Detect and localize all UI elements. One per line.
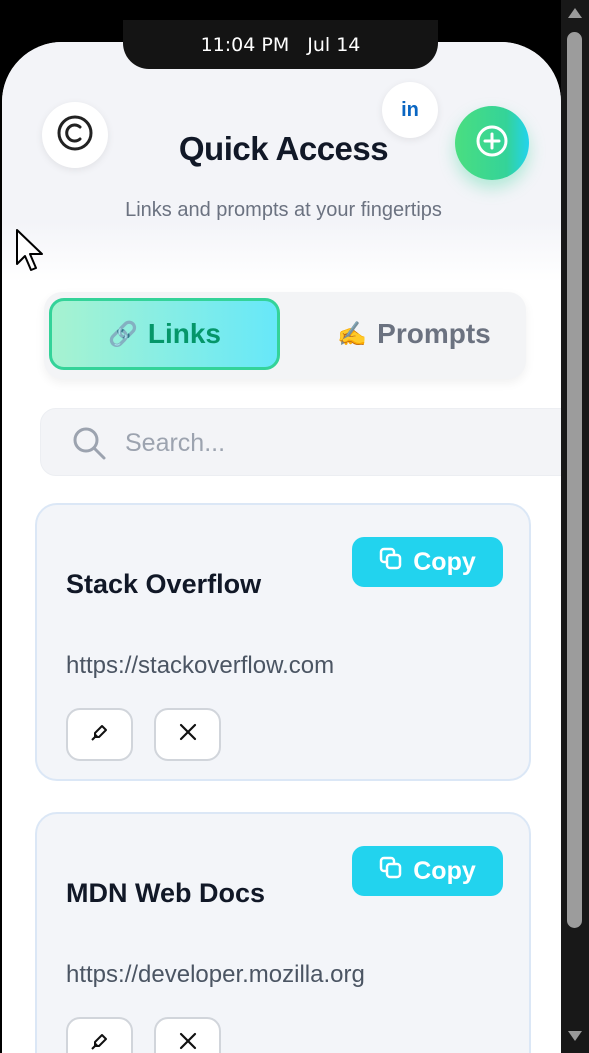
status-notch: 11:04 PM Jul 14 xyxy=(123,20,438,69)
app-screen: in Quick Access Links and prompts at you… xyxy=(2,42,561,1053)
link-card: Copy MDN Web Docs https://developer.mozi… xyxy=(35,812,531,1053)
link-card: Copy Stack Overflow https://stackoverflo… xyxy=(35,503,531,781)
copy-icon xyxy=(379,856,403,887)
tab-links[interactable]: 🔗 Links xyxy=(49,298,280,370)
close-icon xyxy=(178,722,198,747)
status-time: 11:04 PM xyxy=(200,33,290,56)
edit-button[interactable] xyxy=(66,1017,133,1053)
delete-button[interactable] xyxy=(154,708,221,761)
delete-button[interactable] xyxy=(154,1017,221,1053)
copy-icon xyxy=(379,547,403,578)
page-subtitle: Links and prompts at your fingertips xyxy=(125,199,442,221)
copy-label: Copy xyxy=(413,547,476,576)
search-bar xyxy=(40,408,561,476)
scrollbar-thumb[interactable] xyxy=(567,32,582,928)
edit-button[interactable] xyxy=(66,708,133,761)
copy-label: Copy xyxy=(413,856,476,885)
card-title: Stack Overflow xyxy=(66,569,262,599)
page-title: Quick Access xyxy=(178,130,389,167)
copy-button[interactable]: Copy xyxy=(352,846,503,896)
card-title: MDN Web Docs xyxy=(66,878,266,908)
search-input[interactable] xyxy=(125,419,545,467)
scroll-up-icon[interactable] xyxy=(568,8,582,18)
tab-prompts[interactable]: ✍️ Prompts xyxy=(314,298,514,370)
scroll-down-icon[interactable] xyxy=(568,1031,582,1041)
status-date: Jul 14 xyxy=(307,33,361,56)
linkedin-icon: in xyxy=(401,98,419,121)
card-url[interactable]: https://developer.mozilla.org xyxy=(66,961,365,989)
edit-icon xyxy=(90,722,110,747)
tab-bar: 🔗 Links ✍️ Prompts xyxy=(44,292,526,379)
card-url[interactable]: https://stackoverflow.com xyxy=(66,652,334,680)
copy-button[interactable]: Copy xyxy=(352,537,503,587)
edit-icon xyxy=(90,1031,110,1053)
tab-links-label: Links xyxy=(147,318,222,349)
search-icon xyxy=(71,425,107,466)
close-icon xyxy=(178,1031,198,1053)
writing-hand-icon: ✍️ xyxy=(337,320,368,348)
tab-prompts-label: Prompts xyxy=(377,318,491,349)
mouse-cursor-icon xyxy=(15,228,47,279)
link-icon: 🔗 xyxy=(107,320,138,348)
scrollbar[interactable] xyxy=(561,0,589,1053)
